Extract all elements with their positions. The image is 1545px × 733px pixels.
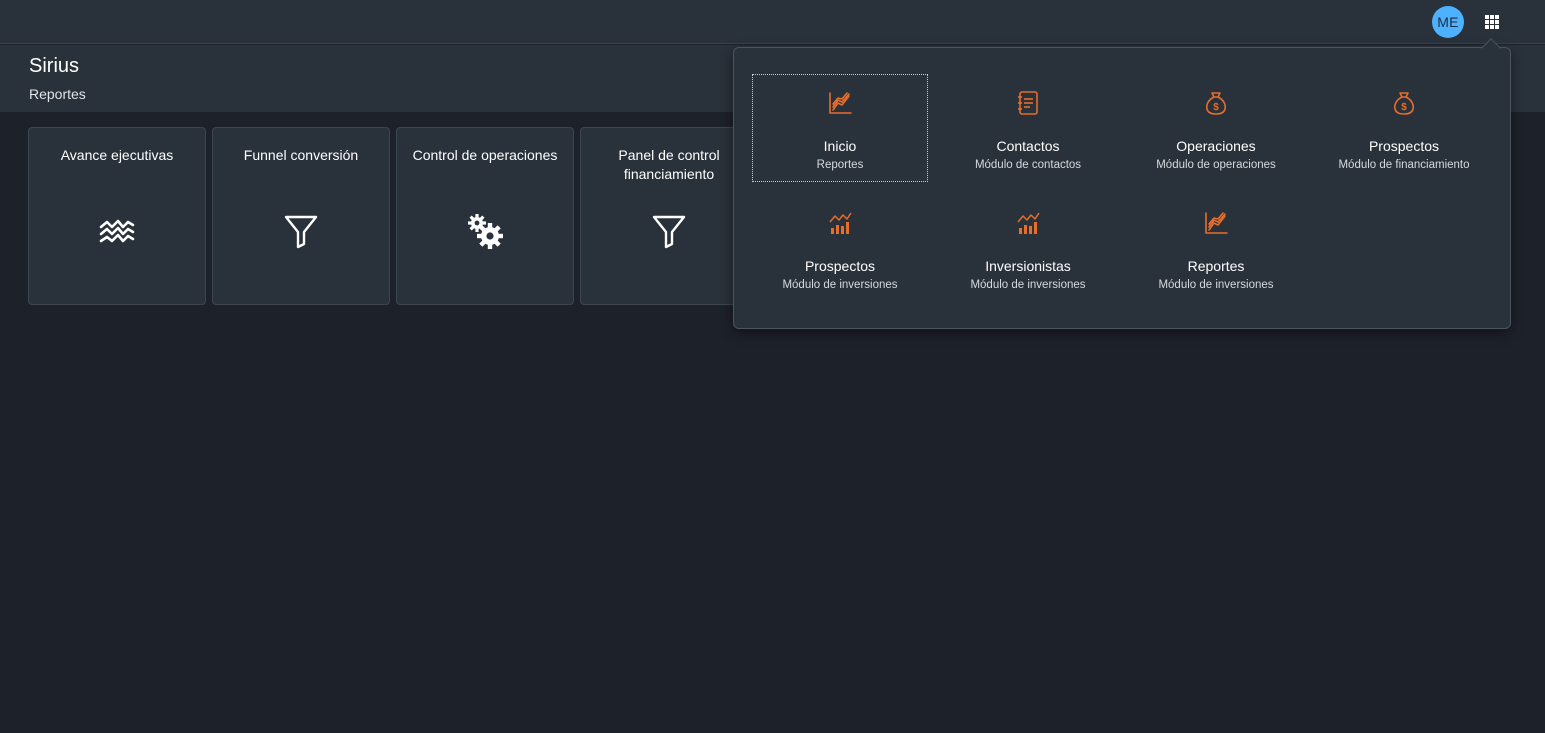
grid-icon xyxy=(1485,15,1499,29)
app-subtitle: Módulo de inversiones xyxy=(782,279,898,291)
money-bag-icon: $ xyxy=(1205,92,1227,115)
app-item-prospectos-financiamiento[interactable]: $ Prospectos Módulo de financiamiento xyxy=(1316,74,1492,182)
line-chart-icon xyxy=(829,92,852,114)
trend-waves-icon xyxy=(99,219,135,243)
app-subtitle: Módulo de contactos xyxy=(974,159,1082,171)
shell-bar: ME xyxy=(0,0,1545,44)
app-item-contactos[interactable]: Contactos Módulo de contactos xyxy=(940,74,1116,182)
app-subtitle: Módulo de inversiones xyxy=(970,279,1086,291)
svg-text:$: $ xyxy=(1401,102,1407,113)
tile-title: Funnel conversión xyxy=(243,147,359,163)
app-subtitle: Módulo de operaciones xyxy=(1156,159,1276,171)
gears-icon xyxy=(468,214,503,249)
page-title: Sirius xyxy=(29,55,80,77)
app-title: Reportes xyxy=(1187,258,1245,274)
app-subtitle: Módulo de inversiones xyxy=(1158,279,1274,291)
user-avatar[interactable]: ME xyxy=(1432,6,1464,38)
line-chart-icon xyxy=(1205,212,1228,234)
app-subtitle: Reportes xyxy=(816,159,864,171)
app-title: Contactos xyxy=(996,138,1060,154)
bar-chart-trend-icon xyxy=(829,212,852,234)
svg-text:$: $ xyxy=(1213,102,1219,113)
app-item-prospectos-inversiones[interactable]: Prospectos Módulo de inversiones xyxy=(752,194,928,302)
app-launcher-button[interactable] xyxy=(1478,8,1506,36)
filter-icon xyxy=(652,215,686,249)
money-bag-icon: $ xyxy=(1393,92,1415,115)
app-title: Prospectos xyxy=(804,258,876,274)
tile-funnel-conversion[interactable]: Funnel conversión xyxy=(212,127,390,305)
bar-chart-trend-icon xyxy=(1017,212,1040,234)
app-title: Inicio xyxy=(823,138,857,154)
app-item-operaciones[interactable]: $ Operaciones Módulo de operaciones xyxy=(1128,74,1304,182)
address-book-icon xyxy=(1018,91,1038,115)
tile-title: Control de operaciones xyxy=(412,147,558,163)
app-subtitle: Módulo de financiamiento xyxy=(1338,159,1470,171)
app-title: Prospectos xyxy=(1368,138,1440,154)
filter-icon xyxy=(284,215,318,249)
app-item-reportes[interactable]: Reportes Módulo de inversiones xyxy=(1128,194,1304,302)
tile-panel-financiamiento[interactable]: Panel de control financiamiento xyxy=(580,127,758,305)
tile-title: Avance ejecutivas xyxy=(60,147,174,163)
tile-control-operaciones[interactable]: Control de operaciones xyxy=(396,127,574,305)
app-title: Inversionistas xyxy=(985,258,1071,274)
app-title: Operaciones xyxy=(1176,138,1256,154)
page-subtitle: Reportes xyxy=(29,86,86,102)
app-item-inicio[interactable]: Inicio Reportes xyxy=(752,74,928,182)
app-launcher-popover: Inicio Reportes Contactos Módulo de cont… xyxy=(733,47,1511,329)
tile-title: Panel de control financiamiento xyxy=(618,147,720,182)
app-item-inversionistas[interactable]: Inversionistas Módulo de inversiones xyxy=(940,194,1116,302)
tile-avance-ejecutivas[interactable]: Avance ejecutivas xyxy=(28,127,206,305)
